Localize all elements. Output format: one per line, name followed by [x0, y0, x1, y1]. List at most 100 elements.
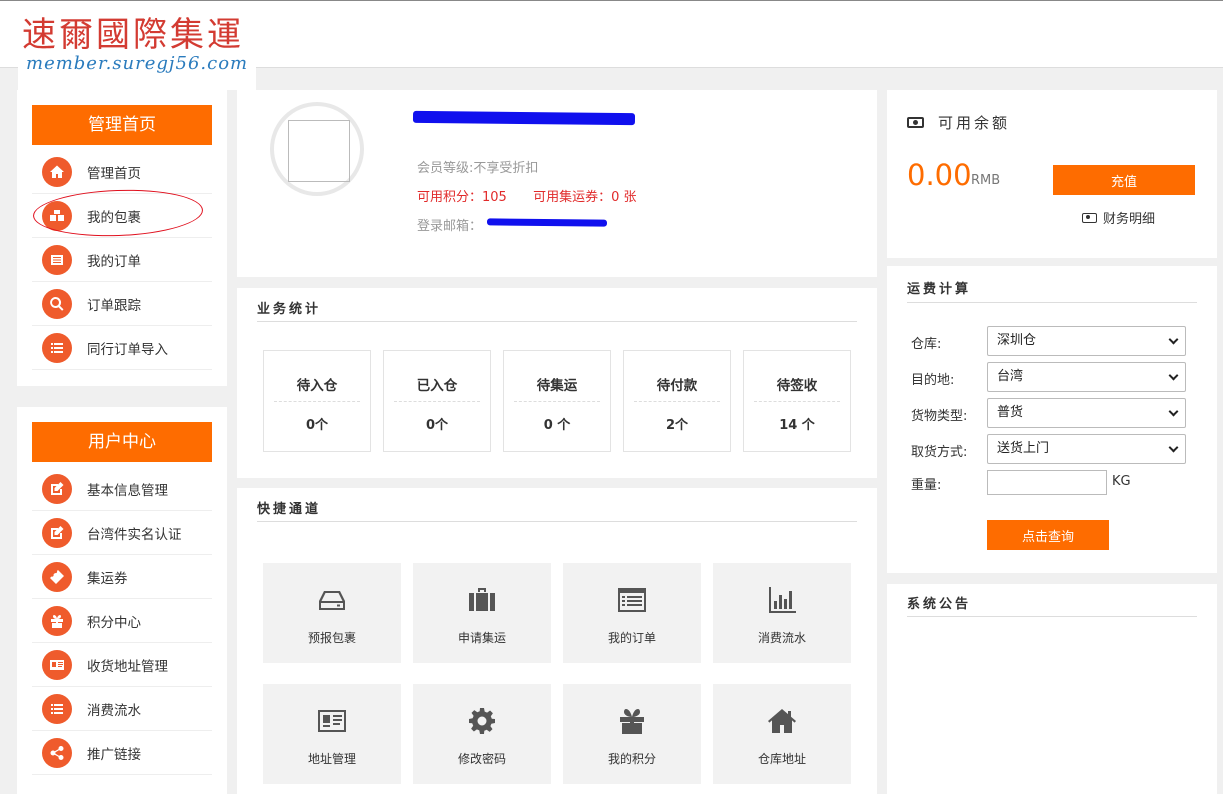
- coupons-label: 可用集运券：: [533, 190, 612, 205]
- logo-url[interactable]: member.suregj56.com: [18, 52, 256, 90]
- list-icon: [42, 332, 72, 363]
- chevron-down-icon: [1168, 370, 1179, 381]
- packages-icon: [42, 200, 72, 231]
- money-icon: [1082, 212, 1097, 223]
- quick-change-password[interactable]: 修改密码: [413, 684, 551, 784]
- home-icon: [768, 709, 796, 733]
- quick-panel: 快捷通道 预报包裹 申请集运 我的订单 消费流水 地址管理 修改密码 我的积分 …: [237, 488, 877, 794]
- coupons-value: 0 张: [611, 190, 637, 205]
- sidebar-item-label: 推广链接: [87, 746, 141, 763]
- weight-input[interactable]: [987, 470, 1107, 495]
- email-line: 登录邮箱：: [417, 215, 482, 234]
- profile-panel: 会员等级:不享受折扣 可用积分：105 可用集运券：0 张 登录邮箱：: [237, 90, 877, 277]
- sidebar-item-label: 我的包裹: [87, 209, 141, 226]
- stat-pending-receipt[interactable]: 待签收 14 个: [743, 350, 851, 452]
- sidebar-admin-title[interactable]: 管理首页: [32, 105, 212, 145]
- stat-value: 0个: [305, 418, 329, 433]
- pickup-method-label: 取货方式:: [911, 445, 968, 460]
- sidebar-item-label: 消费流水: [87, 702, 141, 719]
- finance-details-link[interactable]: 财务明细: [1082, 208, 1155, 227]
- quick-my-orders[interactable]: 我的订单: [563, 563, 701, 663]
- sidebar-item-orders[interactable]: 我的订单: [32, 238, 212, 282]
- sidebar-item-points[interactable]: 积分中心: [32, 599, 212, 643]
- recharge-button[interactable]: 充值: [1053, 165, 1195, 195]
- quick-label: 修改密码: [457, 752, 506, 766]
- list-icon: [42, 693, 72, 724]
- quick-label: 我的积分: [607, 752, 656, 766]
- briefcase-icon: [469, 588, 495, 611]
- balance-panel: 可用余额 0.00 RMB 充值 财务明细: [887, 90, 1217, 258]
- stat-label: 待入仓: [274, 374, 360, 402]
- sidebar-item-transactions[interactable]: 消费流水: [32, 687, 212, 731]
- quick-label: 预报包裹: [307, 631, 356, 645]
- avatar: [270, 102, 364, 196]
- balance-amount: 0.00: [907, 158, 972, 192]
- quick-label: 申请集运: [457, 631, 506, 645]
- warehouse-select[interactable]: 深圳仓: [987, 326, 1186, 356]
- sidebar-item-packages[interactable]: 我的包裹: [32, 194, 212, 238]
- freight-panel: 运费计算 仓库: 深圳仓 目的地: 台湾 货物类型: 普货 取货方式: 送货上门…: [887, 266, 1217, 573]
- quick-label: 地址管理: [307, 752, 356, 766]
- email-label: 登录邮箱：: [417, 219, 483, 234]
- balance-title-text: 可用余额: [938, 114, 1011, 132]
- quick-transactions[interactable]: 消费流水: [713, 563, 851, 663]
- sidebar-item-basic-info[interactable]: 基本信息管理: [32, 467, 212, 511]
- quick-my-points[interactable]: 我的积分: [563, 684, 701, 784]
- sidebar-item-address[interactable]: 收货地址管理: [32, 643, 212, 687]
- search-icon: [42, 288, 72, 319]
- stat-value: 0 个: [543, 418, 571, 433]
- gear-icon: [469, 708, 495, 734]
- order-list-icon: [42, 244, 72, 275]
- points-label: 可用积分：: [417, 190, 483, 205]
- sidebar-item-realname[interactable]: 台湾件实名认证: [32, 511, 212, 555]
- balance-title: 可用余额: [907, 112, 1010, 133]
- notice-title: 系统公告: [907, 584, 1197, 617]
- sidebar-item-home[interactable]: 管理首页: [32, 150, 212, 194]
- sidebar-admin-list: 管理首页 我的包裹 我的订单 订单跟踪 同行订单导入: [32, 150, 212, 370]
- chevron-down-icon: [1168, 334, 1179, 345]
- quick-label: 仓库地址: [757, 752, 806, 766]
- points-line: 可用积分：105 可用集运券：0 张: [417, 186, 637, 205]
- member-level: 会员等级:不享受折扣: [417, 161, 539, 176]
- query-button[interactable]: 点击查询: [987, 520, 1109, 550]
- warehouse-value: 深圳仓: [997, 333, 1037, 348]
- chevron-down-icon: [1168, 442, 1179, 453]
- stat-pending-inbound[interactable]: 待入仓 0个: [263, 350, 371, 452]
- pickup-method-select[interactable]: 送货上门: [987, 434, 1186, 464]
- sidebar-item-label: 积分中心: [87, 614, 141, 631]
- sidebar-user-list: 基本信息管理 台湾件实名认证 集运券 积分中心 收货地址管理 消费流水 推广链接: [32, 467, 212, 775]
- quick-address-management[interactable]: 地址管理: [263, 684, 401, 784]
- sidebar-item-coupons[interactable]: 集运券: [32, 555, 212, 599]
- sidebar-item-import[interactable]: 同行订单导入: [32, 326, 212, 370]
- quick-forecast-package[interactable]: 预报包裹: [263, 563, 401, 663]
- sidebar-user-panel: 用户中心 基本信息管理 台湾件实名认证 集运券 积分中心 收货地址管理 消费流水: [17, 407, 227, 794]
- balance-unit: RMB: [971, 173, 1001, 188]
- stat-pending-payment[interactable]: 待付款 2个: [623, 350, 731, 452]
- list-window-icon: [618, 588, 646, 612]
- sidebar-admin-panel: 管理首页 管理首页 我的包裹 我的订单 订单跟踪 同行订单导入: [17, 90, 227, 386]
- cargo-type-select[interactable]: 普货: [987, 398, 1186, 428]
- weight-label: 重量:: [911, 478, 942, 493]
- money-icon: [907, 117, 924, 128]
- weight-unit: KG: [1112, 474, 1131, 489]
- sidebar-user-title[interactable]: 用户中心: [32, 422, 212, 462]
- sidebar-item-referral[interactable]: 推广链接: [32, 731, 212, 775]
- quick-label: 我的订单: [607, 631, 656, 645]
- avatar-image: [288, 120, 350, 182]
- quick-apply-consolidation[interactable]: 申请集运: [413, 563, 551, 663]
- welcome-redacted: [412, 110, 636, 126]
- stat-pending-consolidation[interactable]: 待集运 0 个: [503, 350, 611, 452]
- sidebar-item-tracking[interactable]: 订单跟踪: [32, 282, 212, 326]
- inbox-icon: [319, 591, 345, 610]
- address-card-icon: [318, 710, 346, 732]
- warehouse-label: 仓库:: [911, 337, 942, 352]
- sidebar-item-label: 基本信息管理: [87, 482, 168, 499]
- quick-warehouse-address[interactable]: 仓库地址: [713, 684, 851, 784]
- logo-text[interactable]: 速爾國際集運: [22, 7, 244, 56]
- finance-details-label: 财务明细: [1103, 212, 1156, 227]
- destination-select[interactable]: 台湾: [987, 362, 1186, 392]
- share-icon: [42, 737, 72, 768]
- stat-value: 0个: [425, 418, 449, 433]
- home-icon: [42, 156, 72, 187]
- stat-inbound[interactable]: 已入仓 0个: [383, 350, 491, 452]
